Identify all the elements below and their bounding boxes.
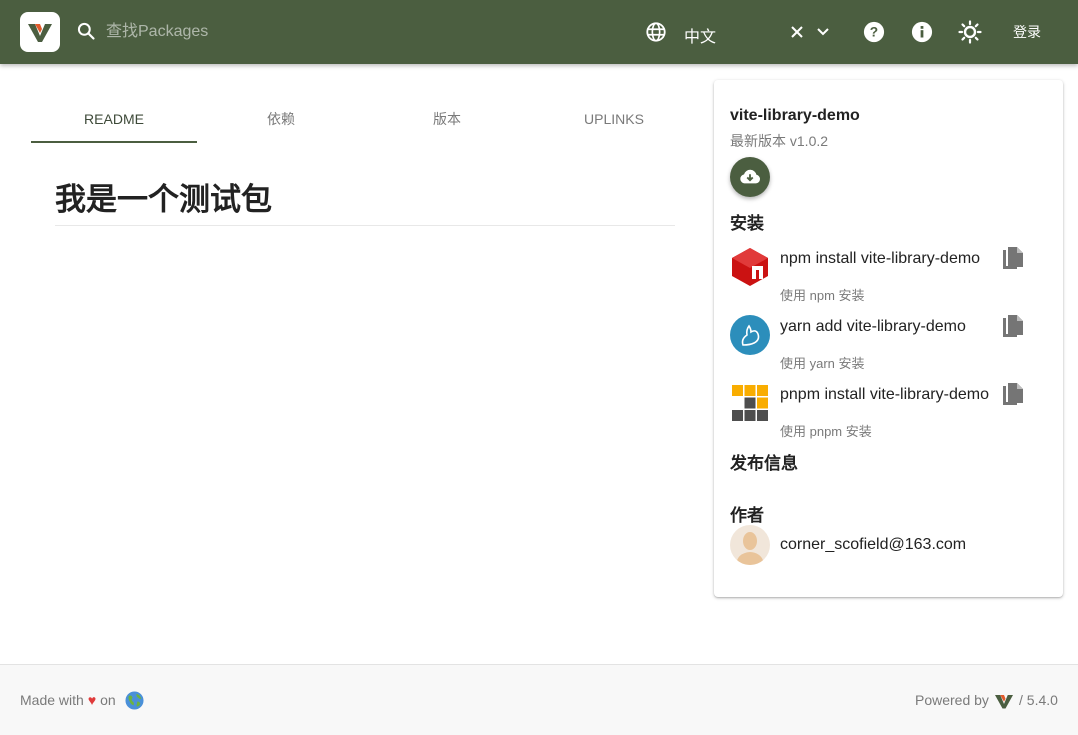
cloud-download-icon — [740, 169, 760, 184]
verdaccio-logo-icon[interactable] — [995, 693, 1013, 709]
yarn-install-subtitle: 使用 yarn 安装 — [780, 356, 865, 371]
latest-version: 最新版本 v1.0.2 — [730, 133, 829, 149]
top-app-bar: 中文 ? 登录 — [0, 0, 1078, 64]
yarn-install-command: yarn add vite-library-demo — [780, 318, 966, 335]
on-label: on — [100, 692, 116, 708]
language-select-value[interactable]: 中文 — [684, 23, 716, 47]
close-icon[interactable] — [789, 24, 805, 40]
search-icon — [77, 22, 95, 40]
svg-text:?: ? — [870, 25, 878, 40]
npm-logo-icon — [732, 248, 768, 286]
copy-icon[interactable] — [1002, 247, 1024, 271]
app-version: / 5.4.0 — [1019, 692, 1058, 708]
tab-uplinks[interactable]: UPLINKS — [531, 97, 697, 143]
pnpm-install-subtitle: 使用 pnpm 安装 — [780, 424, 872, 439]
info-icon[interactable] — [911, 21, 933, 43]
avatar — [730, 525, 770, 565]
readme-heading: 我是一个测试包 — [55, 182, 272, 217]
pnpm-logo-icon — [732, 385, 768, 421]
download-tarball-button[interactable] — [730, 157, 770, 197]
made-with-label: Made with — [20, 692, 84, 708]
copy-icon[interactable] — [1002, 315, 1024, 339]
install-row-yarn: yarn add vite-library-demo 使用 yarn 安装 — [730, 315, 1050, 375]
footer: Made with ♥ on Powered by / 5.4.0 — [0, 664, 1078, 735]
help-icon[interactable]: ? — [863, 21, 885, 43]
made-with-text: Made with ♥ on — [20, 692, 116, 708]
heart-icon: ♥ — [87, 692, 97, 708]
divider — [55, 225, 675, 226]
npm-install-subtitle: 使用 npm 安装 — [780, 288, 865, 303]
npm-install-command: npm install vite-library-demo — [780, 250, 981, 267]
author-email[interactable]: corner_scofield@163.com — [780, 536, 966, 554]
publish-info-title: 发布信息 — [730, 454, 798, 473]
package-details-card: vite-library-demo 最新版本 v1.0.2 安装 npm ins… — [714, 80, 1063, 597]
verdaccio-logo-icon[interactable] — [20, 12, 60, 52]
earth-icon[interactable] — [125, 691, 144, 710]
globe-icon[interactable] — [645, 21, 667, 43]
search-input[interactable] — [106, 18, 406, 46]
package-name: vite-library-demo — [730, 107, 860, 124]
tab-dependencies[interactable]: 依赖 — [198, 97, 364, 143]
install-row-pnpm: pnpm install vite-library-demo 使用 pnpm 安… — [730, 383, 1050, 443]
package-tabs: README 依赖 版本 UPLINKS — [31, 97, 698, 143]
chevron-down-icon[interactable] — [816, 26, 830, 38]
author-section-title: 作者 — [730, 506, 764, 525]
tab-readme[interactable]: README — [31, 97, 197, 143]
install-row-npm: npm install vite-library-demo 使用 npm 安装 — [730, 247, 1050, 307]
tab-versions[interactable]: 版本 — [364, 97, 530, 143]
pnpm-install-command: pnpm install vite-library-demo — [780, 386, 989, 403]
active-tab-indicator — [31, 141, 197, 143]
install-section-title: 安装 — [730, 214, 764, 233]
yarn-logo-icon — [730, 315, 770, 355]
login-button[interactable]: 登录 — [1000, 18, 1054, 46]
sun-icon[interactable] — [958, 20, 982, 44]
powered-by-text: Powered by — [915, 692, 989, 708]
copy-icon[interactable] — [1002, 383, 1024, 407]
avatar-person-icon — [736, 532, 764, 565]
